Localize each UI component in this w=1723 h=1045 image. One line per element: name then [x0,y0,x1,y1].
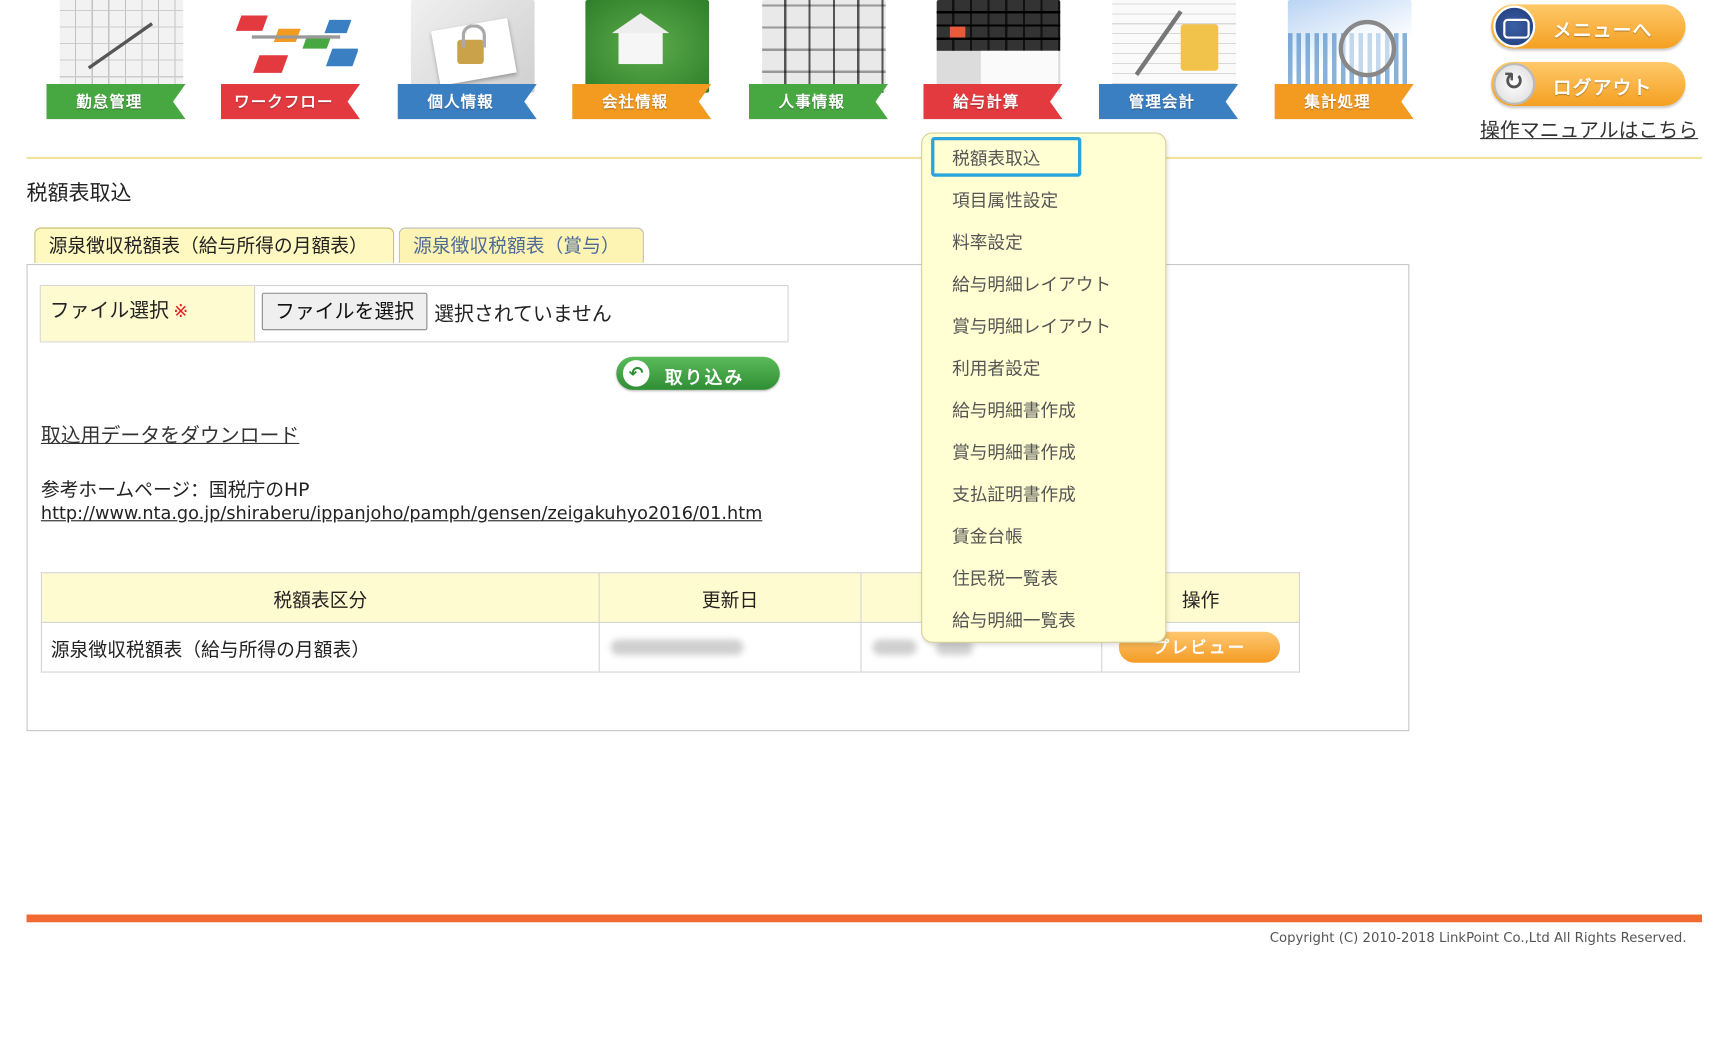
accounting-sheet-photo-icon [1112,0,1236,93]
file-status-text: 選択されていません [434,302,612,326]
header-divider [26,156,1703,160]
manual-link[interactable]: 操作マニュアルはこちら [1480,115,1698,144]
logout-button[interactable]: ↻ ログアウト [1491,61,1686,107]
dropdown-item-salary-slip-list[interactable]: 給与明細一覧表 [952,605,1076,632]
menu-button-label: メニューへ [1552,19,1653,42]
import-button[interactable]: ↶ 取り込み [616,356,780,390]
file-choose-button[interactable]: ファイルを選択 [261,292,428,331]
workflow-blocks-icon [234,0,358,93]
nav-item-company-info[interactable]: 会社情報 [572,0,718,124]
house-photo-icon [585,0,710,93]
nav-item-attendance[interactable]: 勤怠管理 [46,0,192,124]
nav-ribbon: ワークフロー [220,83,361,120]
calendar-photo-icon [59,0,184,93]
copyright-text: Copyright (C) 2010-2018 LinkPoint Co.,Lt… [1269,929,1687,946]
dropdown-item-attribute-settings[interactable]: 項目属性設定 [952,186,1058,213]
blurred-text [610,639,744,655]
dropdown-item-salary-slip-layout[interactable]: 給与明細レイアウト [952,269,1111,296]
page-root: 勤怠管理 ワークフロー 個人情報 会社情報 人事情報 給与計算 管理会計 集計処… [0,0,1723,1045]
import-button-label: 取り込み [664,366,745,388]
dropdown-item-wage-ledger[interactable]: 賃金台帳 [952,521,1023,548]
reference-url-link[interactable]: http://www.nta.go.jp/shiraberu/ippanjoho… [41,503,762,524]
column-header-updated: 更新日 [598,572,862,623]
nav-item-management-accounting[interactable]: 管理会計 [1098,0,1245,124]
page-title: 税額表取込 [26,181,132,206]
nav-ribbon: 給与計算 [923,83,1063,120]
menu-button[interactable]: メニューへ [1491,4,1686,49]
nav-item-workflow[interactable]: ワークフロー [220,0,367,124]
nav-item-hr-info[interactable]: 人事情報 [748,0,895,124]
dropdown-item-user-settings[interactable]: 利用者設定 [952,353,1040,380]
nav-ribbon: 会社情報 [572,83,712,120]
payroll-dropdown-menu: 税額表取込 項目属性設定 料率設定 給与明細レイアウト 賞与明細レイアウト 利用… [921,132,1167,643]
dropdown-item-resident-tax-list[interactable]: 住民税一覧表 [952,563,1058,590]
nav-ribbon: 個人情報 [397,83,537,120]
nav-ribbon: 勤怠管理 [46,83,186,120]
dropdown-item-salary-slip-create[interactable]: 給与明細書作成 [952,395,1076,422]
nav-item-payroll[interactable]: 給与計算 [923,0,1069,124]
file-select-label: ファイル選択 ※ [40,286,256,342]
menu-icon [1493,5,1536,48]
power-refresh-icon: ↻ [1493,62,1536,105]
nav-item-personal-info[interactable]: 個人情報 [397,0,544,124]
row-updated-blurred [598,621,862,673]
column-header-category: 税額表区分 [40,572,600,623]
back-arrow-icon: ↶ [622,360,650,387]
dropdown-item-payment-certificate[interactable]: 支払証明書作成 [952,479,1076,506]
tab-monthly-tax-table[interactable]: 源泉徴収税額表（給与所得の月額表） [34,227,395,263]
calculator-photo-icon [936,0,1061,93]
dropdown-item-bonus-slip-create[interactable]: 賞与明細書作成 [952,437,1076,464]
file-select-label-text: ファイル選択 [49,299,169,323]
dropdown-item-tax-table-import[interactable]: 税額表取込 [952,144,1040,171]
nav-ribbon: 集計処理 [1274,83,1414,120]
blurred-text [872,639,917,655]
download-data-link[interactable]: 取込用データをダウンロード [41,420,299,449]
dropdown-item-bonus-slip-layout[interactable]: 賞与明細レイアウト [952,311,1111,338]
required-mark: ※ [173,300,189,322]
magnifier-chart-photo-icon [1287,0,1412,93]
logout-button-label: ログアウト [1552,77,1653,100]
nav-ribbon: 管理会計 [1098,83,1239,120]
file-cabinet-photo-icon [762,0,886,93]
padlock-photo-icon [410,0,535,93]
footer-divider [26,914,1703,923]
nav-item-aggregation[interactable]: 集計処理 [1274,0,1421,124]
dropdown-item-rate-settings[interactable]: 料率設定 [952,228,1023,255]
nav-ribbon: 人事情報 [748,83,889,120]
reference-text: 参考ホームページ：国税庁のHP [40,479,310,502]
tab-bonus-tax-table[interactable]: 源泉徴収税額表（賞与） [398,227,644,263]
row-category: 源泉徴収税額表（給与所得の月額表） [40,621,600,673]
